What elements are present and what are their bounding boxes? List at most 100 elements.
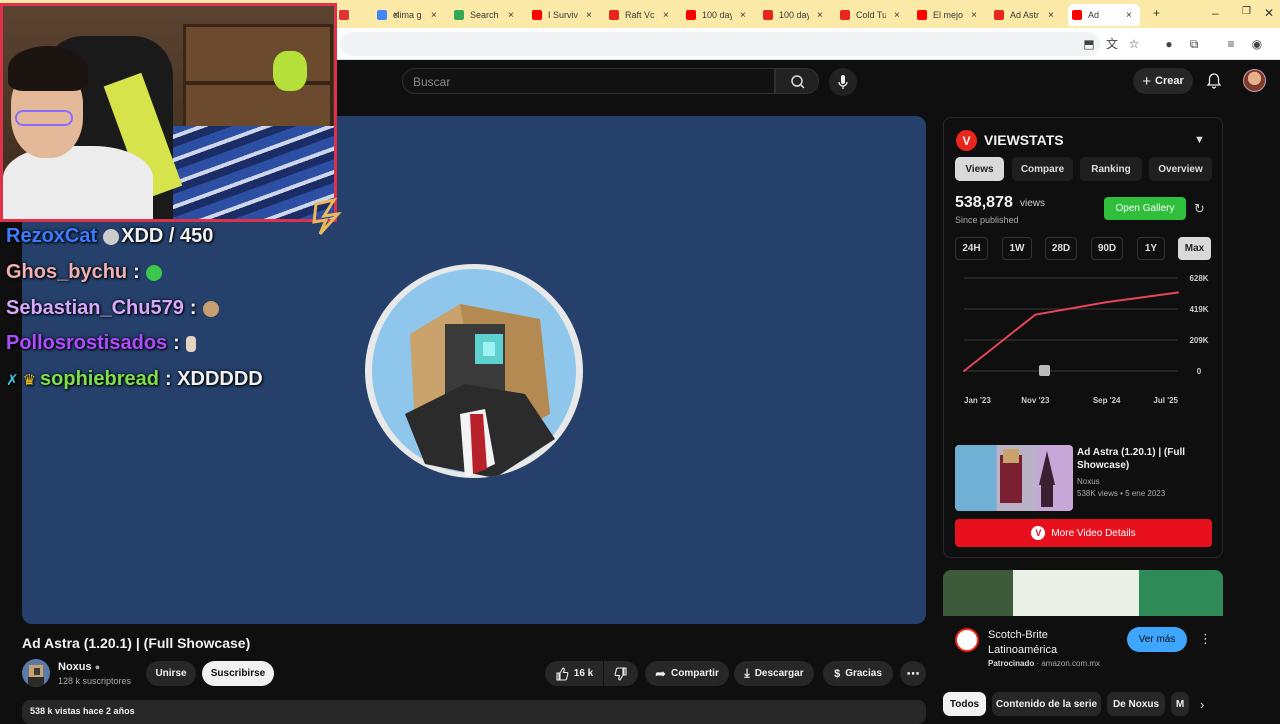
dislike-button[interactable]: [604, 661, 638, 686]
range-28d[interactable]: 28D: [1045, 237, 1077, 260]
like-button[interactable]: 16 k: [545, 661, 603, 686]
vs-video-title[interactable]: Ad Astra (1.20.1) | (Full Showcase): [1077, 446, 1217, 472]
search-input[interactable]: Buscar: [402, 68, 775, 94]
chat-text: :: [173, 332, 180, 354]
x-tick-label: Jan '23: [964, 396, 991, 405]
maximize-button[interactable]: ❐: [1242, 6, 1251, 17]
description-box[interactable]: 538 k vistas hace 2 años: [22, 700, 926, 724]
open-gallery-button[interactable]: Open Gallery: [1104, 197, 1186, 220]
puzzle-extensions-icon[interactable]: ⧉: [1187, 37, 1201, 51]
range-max[interactable]: Max: [1178, 237, 1211, 260]
browser-tab[interactable]: El mejo ×: [913, 4, 987, 26]
share-button[interactable]: ➦ Compartir: [645, 661, 729, 686]
browser-tab[interactable]: Ad Astr ×: [990, 4, 1064, 26]
viewstats-logo-icon: V: [956, 130, 977, 151]
microphone-icon: [838, 75, 848, 89]
install-icon[interactable]: ⬒: [1082, 37, 1096, 51]
channel-name-text: Noxus: [58, 661, 92, 673]
address-bar[interactable]: [340, 32, 1100, 56]
viewstats-panel: V VIEWSTATS ▼ Views Compare Ranking Over…: [943, 117, 1223, 558]
tab-close-icon[interactable]: ×: [586, 10, 592, 21]
download-button[interactable]: ⤓ Descargar: [734, 661, 814, 686]
more-details-label: More Video Details: [1051, 527, 1136, 539]
profile-icon[interactable]: ◉: [1250, 37, 1264, 51]
chip-series[interactable]: Contenido de la serie: [992, 692, 1101, 716]
view-count: 538,878: [955, 194, 1013, 211]
browser-tab[interactable]: 100 day ×: [759, 4, 833, 26]
browser-tab-title: Raft Vc: [625, 10, 655, 20]
search-button[interactable]: [775, 68, 819, 94]
browser-tab[interactable]: Search ×: [450, 4, 524, 26]
tab-close-icon[interactable]: ×: [508, 10, 514, 21]
ad-cta-button[interactable]: Ver más: [1127, 627, 1187, 652]
tab-close-icon[interactable]: ×: [894, 10, 900, 21]
channel-avatar[interactable]: [22, 659, 50, 687]
account-avatar[interactable]: [1243, 69, 1266, 92]
tab-overview[interactable]: Overview: [1149, 157, 1212, 181]
bookmark-star-icon[interactable]: ☆: [1127, 37, 1141, 51]
subscribe-button[interactable]: Suscribirse: [202, 661, 274, 686]
browser-tab[interactable]: I Surviv ×: [528, 4, 602, 26]
tab-close-icon[interactable]: ×: [1126, 10, 1132, 21]
y-tick-label: 628K: [1189, 274, 1208, 283]
ad-banner-image[interactable]: [943, 570, 1223, 616]
browser-tab[interactable]: Raft Vc ×: [605, 4, 679, 26]
browser-tab-title: Search: [470, 10, 499, 20]
super-thanks-icon: $: [834, 667, 841, 680]
browser-tab-title: I Surviv: [548, 10, 578, 20]
streamer-webcam: [0, 3, 337, 222]
tab-close-icon[interactable]: ×: [740, 10, 746, 21]
viewstats-v-icon: V: [1031, 526, 1046, 540]
tab-close-icon[interactable]: ×: [431, 10, 437, 21]
browser-tab[interactable]: clima g ×: [373, 4, 447, 26]
range-1y[interactable]: 1Y: [1137, 237, 1165, 260]
youtube-icon: [532, 10, 542, 20]
more-actions-button[interactable]: ⋯: [900, 661, 926, 686]
views-series-line: [963, 291, 1179, 372]
chip-all[interactable]: Todos: [943, 692, 986, 716]
tab-close-icon[interactable]: ×: [1048, 10, 1054, 21]
advertiser-logo[interactable]: [955, 628, 979, 652]
chip-more[interactable]: M: [1171, 692, 1189, 716]
video-mini-thumbnail[interactable]: [955, 445, 1073, 511]
chip-from-channel[interactable]: De Noxus: [1107, 692, 1165, 716]
collapse-chevron-icon[interactable]: ▼: [1194, 134, 1205, 146]
refresh-icon[interactable]: ↻: [1194, 201, 1205, 217]
y-tick-label: 0: [1197, 367, 1202, 376]
sponsored-label: Patrocinado: [988, 659, 1035, 668]
translate-icon[interactable]: 文: [1105, 37, 1119, 51]
browser-tab-title: Cold Tu: [856, 10, 886, 20]
new-tab-button[interactable]: +: [1153, 6, 1160, 20]
share-arrow-icon: ➦: [655, 665, 667, 681]
thanks-button[interactable]: $ Gracias: [823, 661, 893, 686]
tab-close-icon[interactable]: ×: [971, 10, 977, 21]
chat-message: RezoxCat XDD / 450: [6, 225, 213, 248]
tab-close-icon[interactable]: ×: [817, 10, 823, 21]
minimize-button[interactable]: –: [1212, 6, 1219, 20]
voice-search-button[interactable]: [829, 68, 857, 96]
reading-list-icon[interactable]: ≡: [1224, 37, 1238, 51]
viewstats-icon: [763, 10, 773, 20]
join-button[interactable]: Unirse: [146, 661, 196, 686]
browser-tab[interactable]: 100 day ×: [682, 4, 756, 26]
range-90d[interactable]: 90D: [1091, 237, 1123, 260]
range-1w[interactable]: 1W: [1002, 237, 1032, 260]
tab-views[interactable]: Views: [955, 157, 1004, 181]
ad-title[interactable]: Scotch-Brite Latinoamérica: [988, 628, 1118, 658]
create-button[interactable]: + Crear: [1133, 68, 1193, 94]
range-24h[interactable]: 24H: [955, 237, 988, 260]
chart-event-marker-icon[interactable]: [1039, 365, 1050, 376]
chips-next-chevron-icon[interactable]: ›: [1200, 697, 1204, 712]
tab-close-icon[interactable]: ×: [663, 10, 669, 21]
notifications-bell-icon[interactable]: [1205, 72, 1223, 90]
channel-name[interactable]: Noxus ●: [58, 661, 100, 673]
browser-tab[interactable]: Ad ×: [1068, 4, 1140, 26]
more-video-details-button[interactable]: V More Video Details: [955, 519, 1212, 547]
tab-ranking[interactable]: Ranking: [1080, 157, 1142, 181]
extension-icon[interactable]: ●: [1162, 37, 1176, 51]
chat-username: RezoxCat: [6, 225, 98, 247]
browser-tab[interactable]: Cold Tu ×: [836, 4, 910, 26]
window-close-button[interactable]: ✕: [1264, 6, 1274, 20]
ad-menu-icon[interactable]: ⋮: [1199, 631, 1212, 647]
tab-compare[interactable]: Compare: [1012, 157, 1073, 181]
